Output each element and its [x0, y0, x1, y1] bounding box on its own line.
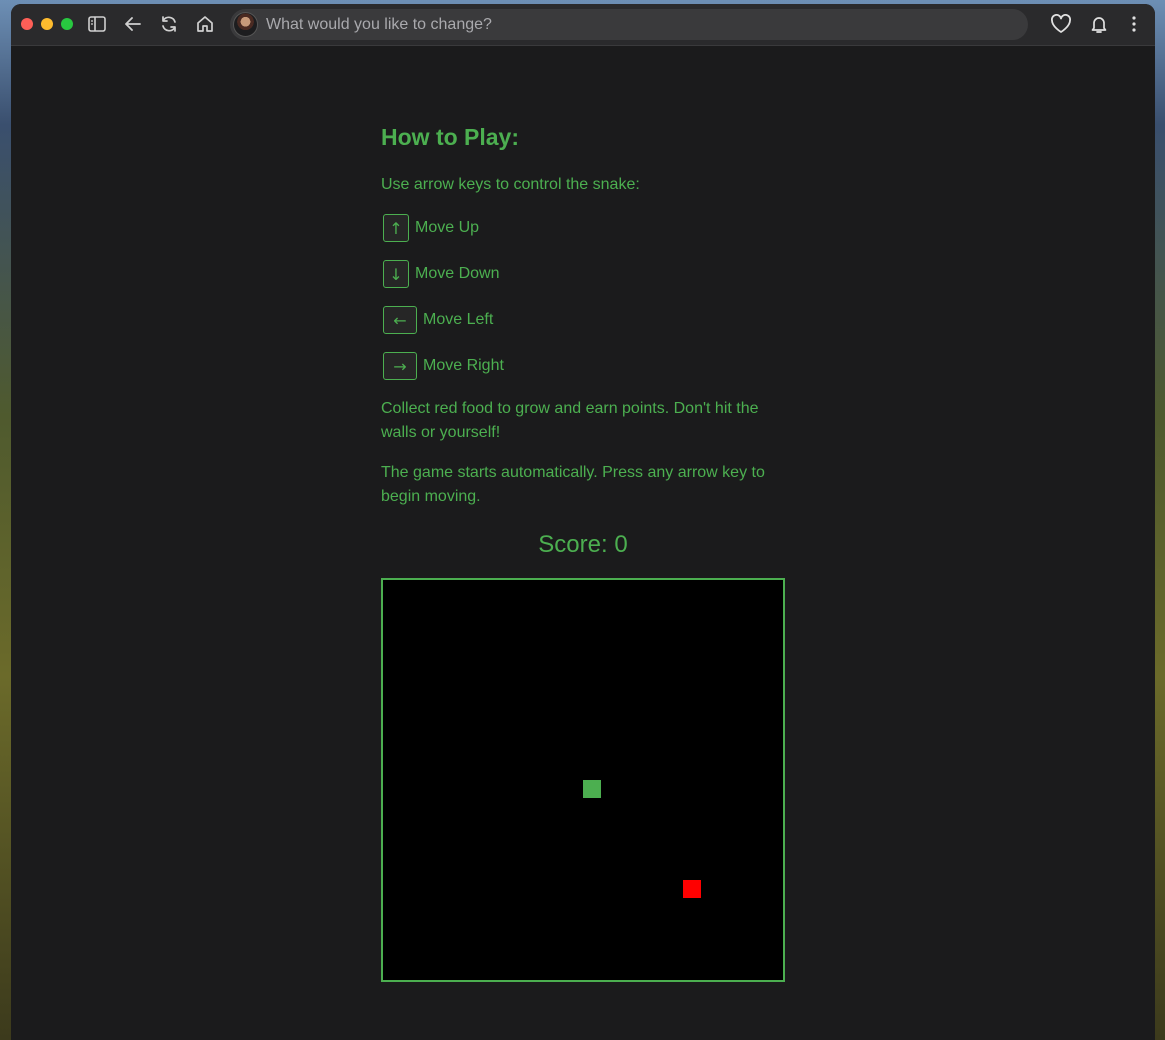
heart-icon[interactable]: [1050, 13, 1072, 35]
address-input[interactable]: [266, 13, 1006, 36]
sidebar-icon[interactable]: [86, 13, 108, 35]
bell-icon[interactable]: [1088, 13, 1110, 35]
home-icon[interactable]: [194, 13, 216, 35]
arrow-up-key-icon: ↑: [383, 214, 409, 242]
instructions-start: The game starts automatically. Press any…: [381, 464, 765, 505]
avatar[interactable]: [233, 12, 258, 37]
reload-icon[interactable]: [158, 13, 180, 35]
arrow-down-key-icon: ↓: [383, 260, 409, 288]
instructions-goal: Collect red food to grow and earn points…: [381, 400, 759, 441]
control-label-left: Move Left: [423, 311, 494, 328]
control-label-up: Move Up: [415, 219, 480, 236]
instructions-intro: Use arrow keys to control the snake:: [381, 176, 640, 193]
control-row-up: ↑ Move Up: [383, 213, 479, 243]
score-display: Score: 0: [538, 531, 628, 558]
game-board[interactable]: [381, 578, 785, 982]
more-vertical-icon[interactable]: [1123, 13, 1145, 35]
minimize-window-button[interactable]: [41, 18, 53, 30]
back-arrow-icon[interactable]: [122, 13, 144, 35]
control-row-down: ↓ Move Down: [383, 259, 499, 289]
snake-segment: [583, 780, 601, 798]
food-item: [683, 880, 701, 898]
address-bar[interactable]: [230, 9, 1028, 40]
close-window-button[interactable]: [21, 18, 33, 30]
maximize-window-button[interactable]: [61, 18, 73, 30]
control-label-right: Move Right: [423, 357, 504, 374]
control-label-down: Move Down: [415, 265, 500, 282]
browser-window: How to Play: Use arrow keys to control t…: [11, 4, 1155, 1040]
instructions-title: How to Play:: [381, 124, 520, 150]
browser-toolbar: [11, 4, 1155, 46]
arrow-right-key-icon: →: [383, 352, 417, 380]
arrow-left-key-icon: ←: [383, 306, 417, 334]
control-row-right: → Move Right: [383, 351, 504, 381]
control-row-left: ← Move Left: [383, 305, 493, 335]
